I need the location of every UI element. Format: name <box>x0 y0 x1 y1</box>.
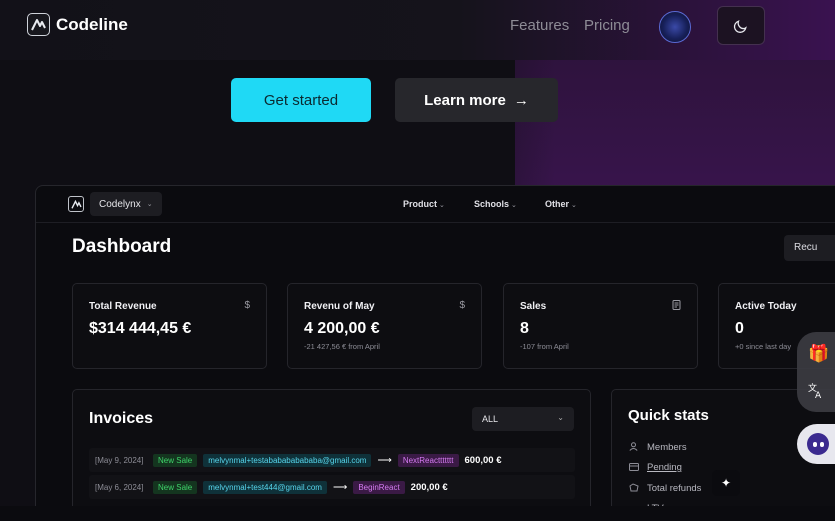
stat-label: Active Today <box>735 301 797 312</box>
stat-value: 8 <box>520 320 529 337</box>
nav-link-features[interactable]: Features <box>510 17 569 34</box>
chevron-down-icon: ⌄ <box>439 202 445 209</box>
table-row[interactable]: [May 6, 2024] New Sale melvynmal+test444… <box>89 475 575 499</box>
avatar[interactable] <box>659 11 691 43</box>
stat-subtext: -107 from April <box>520 342 569 351</box>
product-badge: BeginReact <box>353 480 405 494</box>
page-title: Dashboard <box>72 236 172 257</box>
bot-icon <box>807 433 829 455</box>
stat-value: 4 200,00 € <box>304 320 380 337</box>
receipt-icon <box>672 300 681 313</box>
stat-card-sales: Sales 8 -107 from April <box>503 283 698 369</box>
stat-subtext: +0 since last day <box>735 342 792 351</box>
recurring-button[interactable]: Recu <box>784 235 835 261</box>
bottom-bar <box>0 506 835 521</box>
floating-toolbar: 🎁 文A <box>797 332 835 412</box>
invoice-date: [May 6, 2024] <box>95 482 144 492</box>
magic-wand-icon[interactable]: ✦ <box>712 470 740 496</box>
menu-product[interactable]: Product ⌄ <box>403 199 445 209</box>
product-badge: NextReacttttttt <box>397 453 459 467</box>
get-started-button[interactable]: Get started <box>231 78 371 122</box>
stat-value: $314 444,45 € <box>89 320 192 337</box>
sale-type-badge: New Sale <box>153 453 198 467</box>
team-name: Codelynx <box>99 198 141 210</box>
stat-card-total-revenue: Total Revenue $ $314 444,45 € <box>72 283 267 369</box>
learn-more-label: Learn more <box>424 91 506 109</box>
stat-value: 0 <box>735 320 744 337</box>
brand[interactable]: Codeline <box>27 13 128 36</box>
arrow-right-icon: ⟶ <box>332 481 348 493</box>
team-select[interactable]: Codelynx ⌄ <box>90 192 162 216</box>
svg-text:A: A <box>815 391 822 399</box>
stat-subtext: -21 427,56 € from April <box>304 342 380 351</box>
quick-stat-label: Members <box>647 442 687 453</box>
arrow-right-icon: → <box>513 91 529 109</box>
dashboard-navbar: Codelynx ⌄ Product ⌄ Schools ⌄ Other ⌄ <box>36 186 835 223</box>
customer-email: melvynmal+testababababababa@gmail.com <box>203 453 372 467</box>
theme-toggle-button[interactable] <box>717 6 765 45</box>
learn-more-button[interactable]: Learn more → <box>395 78 558 122</box>
chevron-down-icon: ⌄ <box>146 201 153 208</box>
chevron-down-icon: ⌄ <box>571 202 577 209</box>
stat-label: Total Revenue <box>89 301 157 312</box>
invoice-filter-select[interactable]: ALL ⌄ <box>472 407 574 431</box>
invoices-card: Invoices ALL ⌄ [May 9, 2024] New Sale me… <box>72 389 591 514</box>
stat-label: Sales <box>520 301 547 312</box>
dollar-icon: $ <box>244 300 250 311</box>
gift-icon[interactable]: 🎁 <box>808 344 829 364</box>
invoice-amount: 200,00 € <box>410 481 448 493</box>
invoices-title: Invoices <box>89 410 154 427</box>
menu-other[interactable]: Other ⌄ <box>545 199 577 209</box>
logo-icon <box>27 13 50 36</box>
invoice-amount: 600,00 € <box>464 454 502 466</box>
quick-stat-label: Pending <box>647 462 682 473</box>
brand-name: Codeline <box>56 14 128 34</box>
sale-type-badge: New Sale <box>153 480 198 494</box>
dashboard-logo-icon[interactable] <box>68 196 84 212</box>
dashboard-preview: Codelynx ⌄ Product ⌄ Schools ⌄ Other ⌄ Dash… <box>35 185 835 515</box>
invoice-date: [May 9, 2024] <box>95 455 144 465</box>
stat-card-revenue-may: Revenu of May $ 4 200,00 € -21 427,56 € … <box>287 283 482 369</box>
quick-stats-title: Quick stats <box>628 407 709 424</box>
dollar-icon: $ <box>459 300 465 311</box>
customer-email: melvynmal+test444@gmail.com <box>203 480 327 494</box>
filter-value: ALL <box>482 414 499 424</box>
translate-icon[interactable]: 文A <box>808 382 825 403</box>
chevron-down-icon: ⌄ <box>557 413 564 422</box>
moon-icon <box>733 19 747 33</box>
assistant-bot-button[interactable] <box>797 424 835 464</box>
quick-stat-members[interactable]: Members <box>628 442 687 453</box>
quick-stat-refunds[interactable]: Total refunds <box>628 483 701 494</box>
menu-schools[interactable]: Schools ⌄ <box>474 199 517 209</box>
quick-stat-pending[interactable]: Pending <box>628 462 682 473</box>
quick-stat-label: Total refunds <box>647 483 702 494</box>
nav-link-pricing[interactable]: Pricing <box>584 17 630 34</box>
stat-label: Revenu of May <box>304 301 375 312</box>
top-navigation: Codeline Features Pricing <box>0 0 835 50</box>
arrow-right-icon: ⟶ <box>377 454 392 466</box>
table-row[interactable]: [May 9, 2024] New Sale melvynmal+testaba… <box>89 448 575 472</box>
card-icon <box>628 462 639 473</box>
chevron-down-icon: ⌄ <box>511 202 517 209</box>
refund-icon <box>628 483 639 494</box>
user-icon <box>628 442 639 453</box>
